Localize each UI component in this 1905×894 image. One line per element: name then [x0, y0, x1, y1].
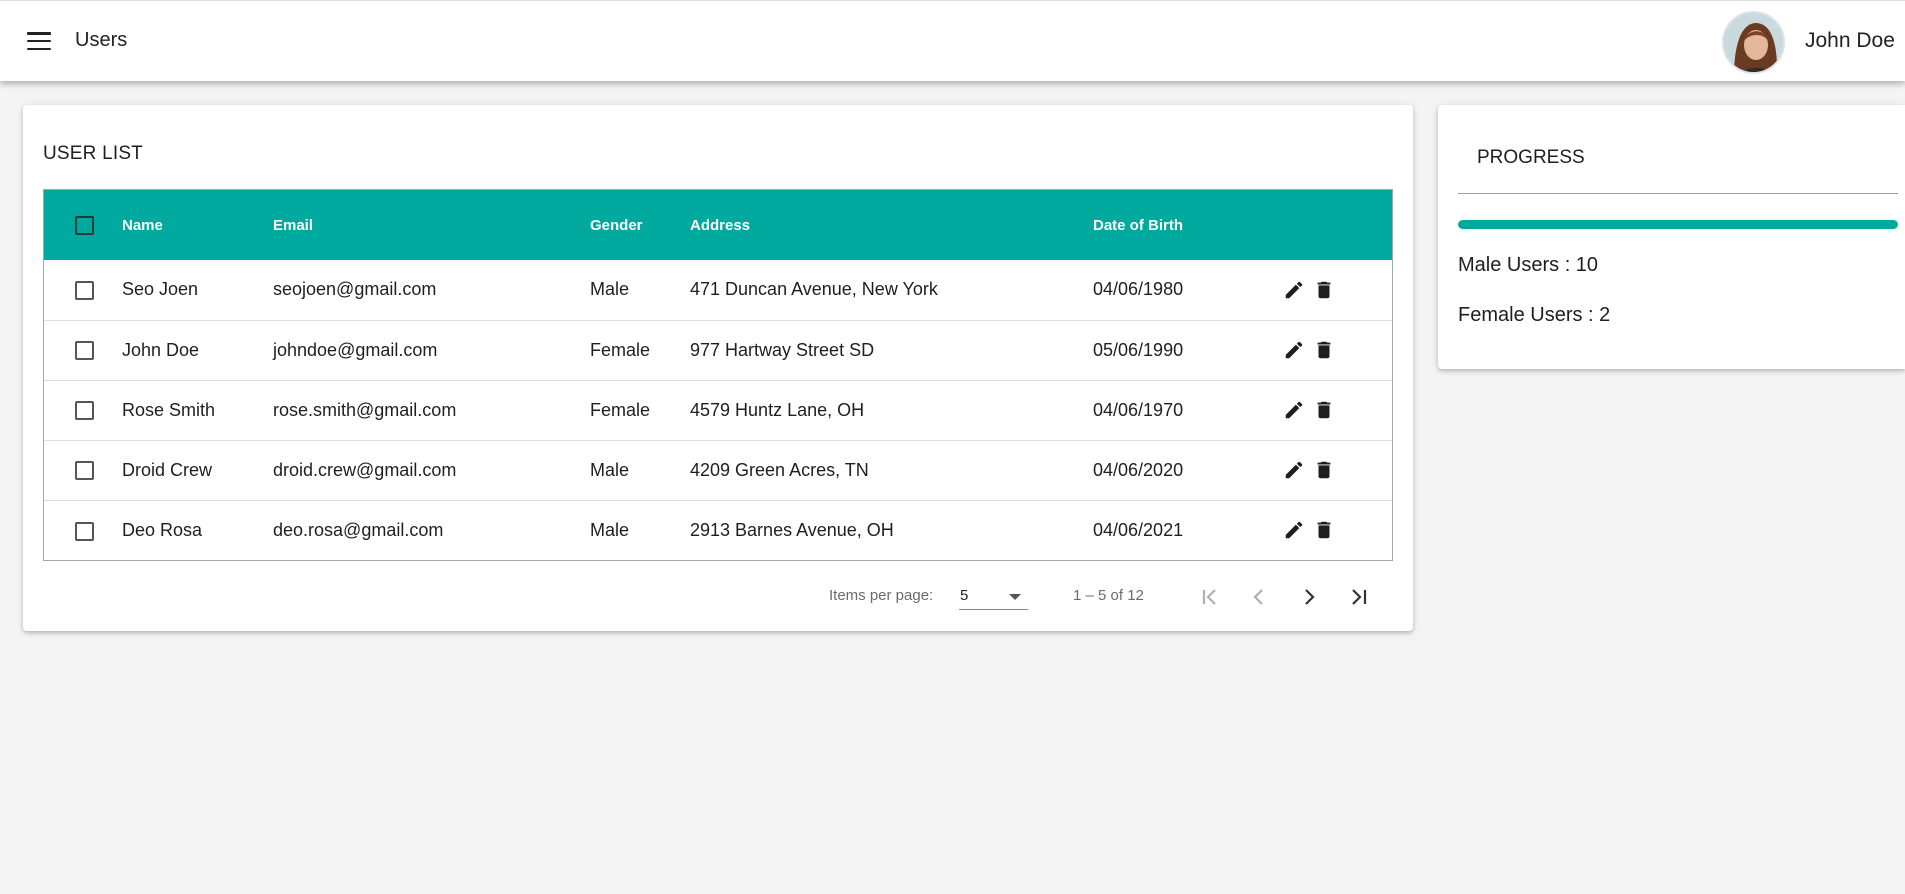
- cell-address: 4579 Huntz Lane, OH: [690, 399, 865, 420]
- select-all-checkbox[interactable]: [75, 215, 94, 235]
- female-users-count: Female Users : 2: [1458, 304, 1611, 326]
- cell-name: Droid Crew: [122, 459, 213, 480]
- delete-icon[interactable]: [1313, 279, 1335, 301]
- progress-bar-fill: [1458, 220, 1898, 229]
- next-page-icon[interactable]: [1291, 579, 1327, 615]
- cell-date-of-birth: 04/06/1970: [1093, 399, 1184, 420]
- cell-name: Seo Joen: [122, 279, 199, 300]
- row-checkbox[interactable]: [75, 521, 94, 541]
- first-page-icon[interactable]: [1191, 579, 1227, 615]
- column-header-date-of-birth[interactable]: Date of Birth: [1093, 190, 1283, 260]
- male-users-count: Male Users : 10: [1458, 254, 1599, 276]
- edit-icon[interactable]: [1283, 279, 1305, 301]
- avatar[interactable]: [1722, 11, 1785, 74]
- page-title: Users: [75, 29, 128, 51]
- row-checkbox[interactable]: [75, 461, 94, 481]
- cell-email: johndoe@gmail.com: [273, 339, 438, 360]
- page-range-label: 1 – 5 of 12: [1073, 587, 1144, 604]
- user-list-title: USER LIST: [43, 143, 143, 164]
- cell-email: droid.crew@gmail.com: [273, 459, 457, 480]
- edit-icon[interactable]: [1283, 399, 1305, 421]
- cell-gender: Female: [590, 339, 651, 360]
- paginator: Items per page: 5 1 – 5 of 12: [23, 567, 1413, 631]
- progress-card: PROGRESS Male Users : 10 Female Users : …: [1438, 105, 1905, 369]
- cell-name: Rose Smith: [122, 399, 216, 420]
- column-header-address[interactable]: Address: [690, 190, 1093, 260]
- cell-address: 2913 Barnes Avenue, OH: [690, 519, 894, 540]
- progress-title: PROGRESS: [1477, 147, 1585, 168]
- table-row[interactable]: Rose Smith rose.smith@gmail.com Female 4579…: [44, 380, 1392, 440]
- cell-date-of-birth: 04/06/2020: [1093, 459, 1184, 480]
- items-per-page-value: 5: [960, 587, 969, 604]
- progress-bar: [1458, 220, 1898, 229]
- table-row[interactable]: Seo Joen seojoen@gmail.com Male 471 Duncan …: [44, 260, 1392, 320]
- column-header-name[interactable]: Name: [122, 190, 273, 260]
- edit-icon[interactable]: [1283, 459, 1305, 481]
- delete-icon[interactable]: [1313, 459, 1335, 481]
- table-row[interactable]: John Doe johndoe@gmail.com Female 977 Hartw…: [44, 320, 1392, 380]
- items-per-page-select[interactable]: 5: [959, 582, 1028, 610]
- menu-icon[interactable]: [26, 29, 52, 53]
- cell-date-of-birth: 04/06/1980: [1093, 279, 1184, 300]
- row-checkbox[interactable]: [75, 281, 94, 300]
- cell-date-of-birth: 04/06/2021: [1093, 519, 1184, 540]
- table-row[interactable]: Deo Rosa deo.rosa@gmail.com Male 2913 Barne…: [44, 500, 1392, 560]
- cell-gender: Male: [590, 279, 630, 300]
- divider: [1458, 193, 1898, 194]
- cell-gender: Female: [590, 399, 651, 420]
- cell-email: seojoen@gmail.com: [273, 279, 437, 300]
- table-header-row: Name Email Gender Address Date of Birth: [44, 190, 1392, 260]
- column-header-email[interactable]: Email: [273, 190, 590, 260]
- chevron-down-icon: [1009, 594, 1021, 600]
- delete-icon[interactable]: [1313, 339, 1335, 361]
- items-per-page-label: Items per page:: [829, 587, 934, 604]
- cell-date-of-birth: 05/06/1990: [1093, 339, 1184, 360]
- cell-gender: Male: [590, 519, 630, 540]
- user-list-card: USER LIST Name Email Gender Address Date…: [23, 105, 1413, 631]
- edit-icon[interactable]: [1283, 339, 1305, 361]
- cell-address: 471 Duncan Avenue, New York: [690, 279, 938, 300]
- cell-name: John Doe: [122, 339, 200, 360]
- delete-icon[interactable]: [1313, 399, 1335, 421]
- row-checkbox[interactable]: [75, 401, 94, 421]
- user-table: Name Email Gender Address Date of Birth …: [43, 189, 1393, 561]
- cell-gender: Male: [590, 459, 630, 480]
- delete-icon[interactable]: [1313, 519, 1335, 541]
- column-header-gender[interactable]: Gender: [590, 190, 690, 260]
- top-toolbar: Users John Doe: [0, 0, 1905, 81]
- last-page-icon[interactable]: [1341, 579, 1377, 615]
- user-name[interactable]: John Doe: [1805, 29, 1895, 53]
- cell-address: 4209 Green Acres, TN: [690, 459, 869, 480]
- row-checkbox[interactable]: [75, 341, 94, 361]
- table-row[interactable]: Droid Crew droid.crew@gmail.com Male 4209 G…: [44, 440, 1392, 500]
- cell-email: rose.smith@gmail.com: [273, 399, 457, 420]
- cell-name: Deo Rosa: [122, 519, 203, 540]
- cell-address: 977 Hartway Street SD: [690, 339, 875, 360]
- previous-page-icon[interactable]: [1241, 579, 1277, 615]
- cell-email: deo.rosa@gmail.com: [273, 519, 444, 540]
- edit-icon[interactable]: [1283, 519, 1305, 541]
